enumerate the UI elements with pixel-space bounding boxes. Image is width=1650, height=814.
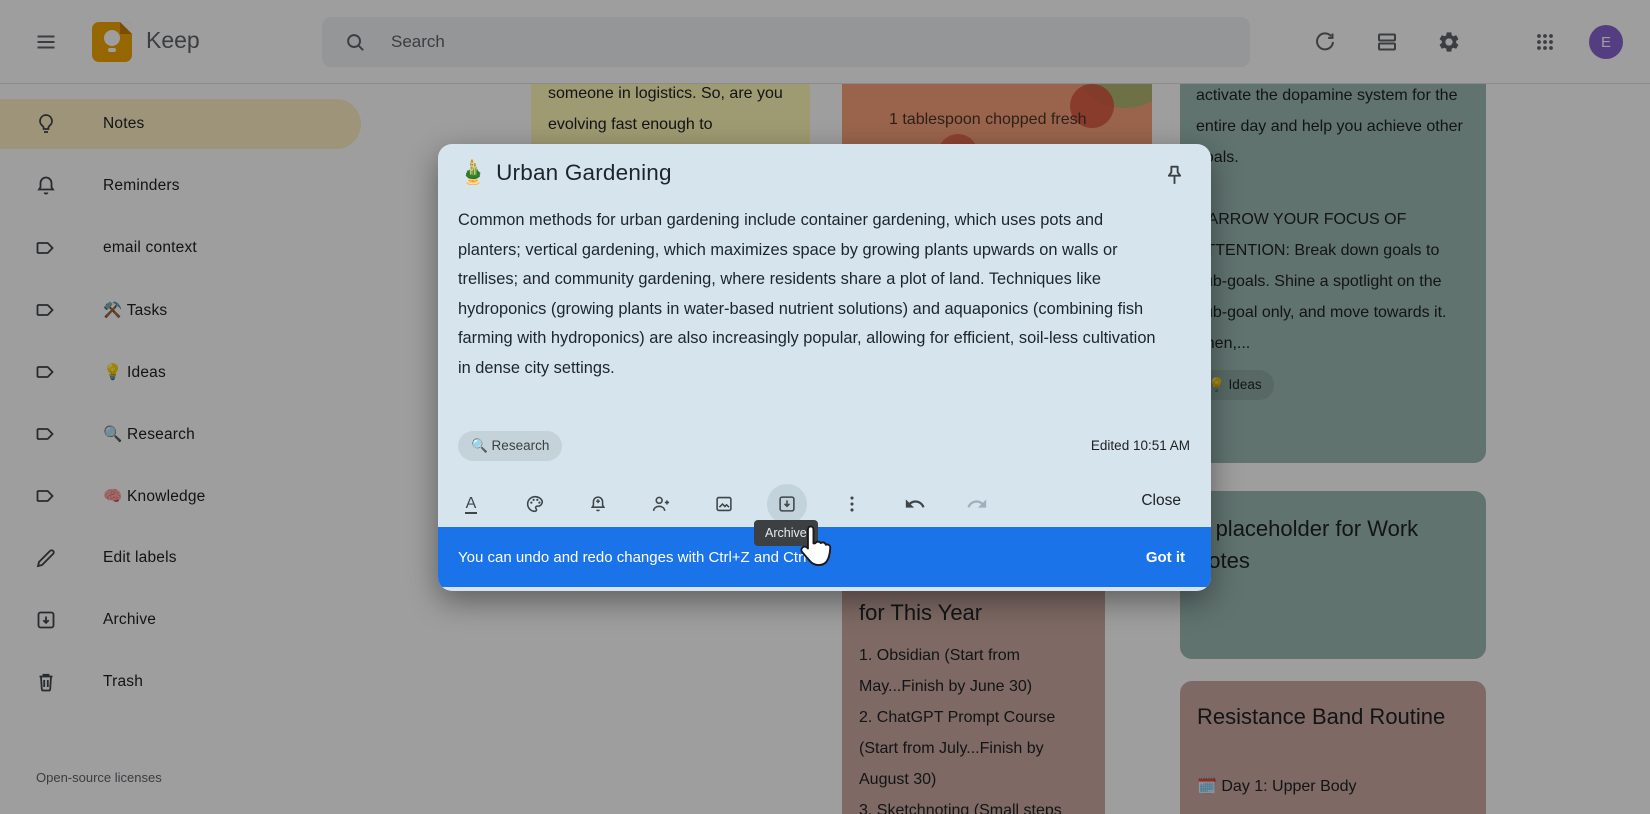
- more-options-button[interactable]: [832, 484, 872, 524]
- google-keep-app: someone in logistics. So, are you evolvi…: [0, 0, 1650, 814]
- plant-emoji: 🎍: [458, 159, 489, 186]
- undo-button[interactable]: [895, 484, 935, 524]
- undo-icon: [905, 499, 925, 508]
- collaborator-button[interactable]: [641, 484, 681, 524]
- label-chip-research[interactable]: 🔍 Research: [458, 431, 563, 461]
- snackbar-message: You can undo and redo changes with Ctrl+…: [458, 548, 828, 566]
- add-image-button[interactable]: [704, 484, 744, 524]
- edited-timestamp: Edited 10:51 AM: [1090, 438, 1190, 453]
- got-it-button[interactable]: Got it: [1146, 549, 1185, 566]
- archive-icon: [779, 496, 795, 512]
- image-icon: [716, 496, 732, 512]
- formatting-options-button[interactable]: A: [451, 484, 491, 524]
- pin-button[interactable]: [1153, 154, 1195, 196]
- note-title-text: Urban Gardening: [496, 159, 672, 185]
- pin-icon: [1167, 165, 1181, 184]
- reminder-button[interactable]: [578, 484, 618, 524]
- archive-button[interactable]: [767, 484, 807, 524]
- mouse-cursor-icon: [793, 524, 835, 576]
- note-body-text[interactable]: Common methods for urban gardening inclu…: [458, 206, 1166, 384]
- format-text-icon: A: [464, 494, 478, 514]
- palette-icon: [526, 495, 544, 513]
- close-button[interactable]: Close: [1141, 492, 1181, 510]
- redo-button[interactable]: [957, 484, 997, 524]
- kebab-menu-icon: [850, 496, 854, 512]
- background-options-button[interactable]: [515, 484, 555, 524]
- redo-icon: [967, 499, 987, 508]
- person-plus-icon: [652, 496, 670, 511]
- bell-plus-icon: [590, 496, 606, 512]
- note-title[interactable]: 🎍 Urban Gardening: [458, 158, 672, 187]
